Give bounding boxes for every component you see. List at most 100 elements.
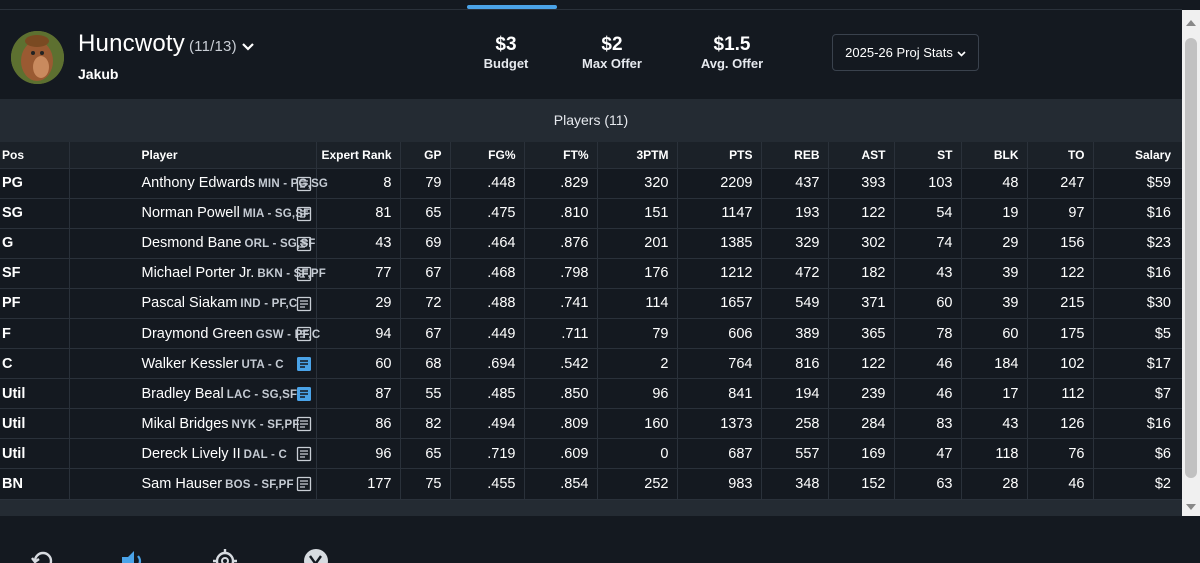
sound-icon[interactable] (120, 548, 146, 563)
player-note-icon[interactable] (296, 476, 312, 492)
scroll-down-arrow-icon[interactable] (1186, 504, 1196, 510)
3ptm-cell: 0 (597, 438, 678, 470)
pts-cell: 764 (677, 348, 762, 380)
fg-cell: .475 (450, 198, 525, 229)
column-header-fg[interactable]: FG% (450, 142, 525, 169)
player-note-icon[interactable] (296, 176, 312, 192)
player-note-icon[interactable] (296, 206, 312, 222)
fg-cell: .448 (450, 168, 525, 199)
column-header-ast[interactable]: AST (828, 142, 895, 169)
column-header-st[interactable]: ST (894, 142, 962, 169)
player-name-link[interactable]: Bradley Beal (142, 386, 224, 402)
player-note-icon[interactable] (296, 326, 312, 342)
player-cell: Desmond Bane ORL - SG,SF (69, 228, 317, 259)
column-header-ft[interactable]: FT% (524, 142, 598, 169)
ast-cell: 169 (828, 438, 895, 470)
st-cell: 78 (894, 318, 962, 350)
player-name-link[interactable]: Norman Powell (142, 205, 240, 221)
player-note-icon[interactable] (296, 446, 312, 462)
blk-cell: 43 (961, 408, 1028, 440)
blk-cell: 28 (961, 468, 1028, 500)
avg-offer-value: $1.5 (713, 34, 751, 55)
column-header-player[interactable]: Player (69, 142, 317, 169)
pts-cell: 1373 (677, 408, 762, 440)
scroll-up-arrow-icon[interactable] (1186, 20, 1196, 26)
st-cell: 74 (894, 228, 962, 259)
player-note-icon[interactable] (296, 386, 312, 402)
3ptm-cell: 160 (597, 408, 678, 440)
table-row[interactable]: C Walker Kessler UTA - C 60 68.694.542 2 764 81… (0, 348, 1182, 380)
refresh-icon[interactable] (30, 548, 56, 563)
ft-cell: .798 (524, 258, 598, 289)
table-row[interactable]: SF Michael Porter Jr. BKN - SF,PF 77 67.468.… (0, 258, 1182, 289)
player-name-link[interactable]: Pascal Siakam (142, 295, 238, 311)
3ptm-cell: 114 (597, 288, 678, 319)
proj-stats-select[interactable]: 2025-26 Proj Stats (832, 34, 979, 71)
player-note-icon[interactable] (296, 236, 312, 252)
column-header-3ptm[interactable]: 3PTM (597, 142, 678, 169)
player-note-icon[interactable] (296, 266, 312, 282)
team-name-text: Huncwoty (78, 30, 185, 57)
column-header-expert-rank[interactable]: Expert Rank (316, 142, 401, 169)
table-row[interactable]: PF Pascal Siakam IND - PF,C 29 72.488.741 114… (0, 288, 1182, 319)
player-note-icon[interactable] (296, 296, 312, 312)
ft-cell: .850 (524, 378, 598, 410)
salary-cell: $5 (1093, 318, 1182, 350)
scrollbar-thumb[interactable] (1185, 38, 1197, 478)
column-header-salary[interactable]: Salary (1093, 142, 1182, 169)
player-name-link[interactable]: Mikal Bridges (142, 416, 229, 432)
salary-cell: $17 (1093, 348, 1182, 380)
table-row[interactable]: Util Dereck Lively II DAL - C 96 65.719.609 0… (0, 438, 1182, 470)
player-name-link[interactable]: Desmond Bane (142, 235, 242, 251)
table-row[interactable]: PG Anthony Edwards MIN - PG,SG 8 79.448.829 3… (0, 168, 1182, 199)
position-cell: PF (0, 288, 70, 319)
column-header-reb[interactable]: REB (761, 142, 829, 169)
yahoo-icon[interactable] (303, 548, 329, 563)
settings-icon[interactable] (212, 548, 238, 563)
player-team-position: UTA - C (241, 358, 284, 371)
player-note-icon[interactable] (296, 416, 312, 432)
reb-cell: 193 (761, 198, 829, 229)
player-name-link[interactable]: Walker Kessler (142, 356, 239, 372)
ft-cell: .829 (524, 168, 598, 199)
budget-label: Budget (483, 56, 529, 71)
player-team-position: BKN - SF,PF (257, 268, 326, 281)
chevron-down-icon[interactable] (241, 31, 255, 59)
position-cell: G (0, 228, 70, 259)
ast-cell: 122 (828, 198, 895, 229)
team-name[interactable]: Huncwoty (11/13) (78, 30, 255, 59)
bottom-toolbar (0, 516, 1200, 563)
fg-cell: .455 (450, 468, 525, 500)
vertical-scrollbar[interactable] (1182, 10, 1200, 516)
column-header-pos[interactable]: Pos (0, 142, 70, 169)
table-row[interactable]: BN Sam Hauser BOS - SF,PF 177 75.455.854 252 9… (0, 468, 1182, 500)
position-cell: SG (0, 198, 70, 229)
expert-rank-cell: 60 (316, 348, 401, 380)
column-header-pts[interactable]: PTS (677, 142, 762, 169)
player-team-position: DAL - C (243, 448, 287, 461)
table-row[interactable]: Util Bradley Beal LAC - SG,SF 87 55.485.850 9… (0, 378, 1182, 410)
blk-cell: 17 (961, 378, 1028, 410)
column-header-to[interactable]: TO (1027, 142, 1094, 169)
player-name-link[interactable]: Dereck Lively II (142, 446, 241, 462)
st-cell: 83 (894, 408, 962, 440)
table-row[interactable]: Util Mikal Bridges NYK - SF,PF 86 82.494.809… (0, 408, 1182, 440)
player-cell: Draymond Green GSW - PF,C (69, 318, 320, 350)
player-name-link[interactable]: Michael Porter Jr. (142, 265, 255, 281)
3ptm-cell: 96 (597, 378, 678, 410)
table-row[interactable]: G Desmond Bane ORL - SG,SF 43 69.464.876 201 1… (0, 228, 1182, 259)
salary-cell: $7 (1093, 378, 1182, 410)
ast-cell: 239 (828, 378, 895, 410)
st-cell: 46 (894, 378, 962, 410)
column-header-blk[interactable]: BLK (961, 142, 1028, 169)
column-header-gp[interactable]: GP (400, 142, 451, 169)
player-name-link[interactable]: Sam Hauser (142, 476, 223, 492)
player-name-link[interactable]: Draymond Green (142, 326, 253, 342)
table-footer-band (0, 500, 1182, 516)
table-row[interactable]: F Draymond Green GSW - PF,C 94 67.449.711 79 6… (0, 318, 1182, 350)
proj-stats-label: 2025-26 Proj Stats (845, 45, 953, 60)
player-team-position: NYK - SF,PF (231, 418, 300, 431)
player-note-icon[interactable] (296, 356, 312, 372)
player-name-link[interactable]: Anthony Edwards (142, 175, 256, 191)
table-row[interactable]: SG Norman Powell MIA - SG,SF 81 65.475.810 15… (0, 198, 1182, 229)
